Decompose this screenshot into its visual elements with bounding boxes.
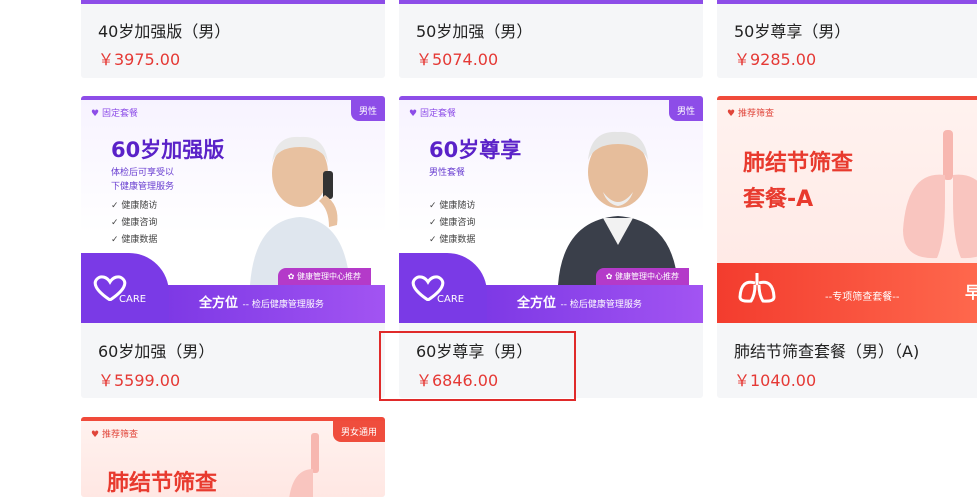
recommend-badge: ✿ 健康管理中心推荐 <box>595 268 689 285</box>
benefit-item: ✓ 健康咨询 <box>429 218 476 228</box>
elderly-man-photo <box>558 131 678 285</box>
footer-slogan: 全方位 -- 检后健康管理服务 <box>199 296 324 311</box>
banner-edge <box>717 0 977 4</box>
product-banner-image[interactable]: ♥ 推荐筛查 男女通用 肺结节筛查 <box>81 417 385 497</box>
product-title[interactable]: 40岁加强版（男） <box>98 18 230 42</box>
package-tag: ♥ 固定套餐 <box>91 109 138 119</box>
benefit-item: ✓ 健康咨询 <box>111 218 158 228</box>
package-tag: ♥ 推荐筛查 <box>727 109 774 119</box>
product-title[interactable]: 60岁尊享（男） <box>416 338 532 362</box>
product-title[interactable]: 50岁尊享（男） <box>734 18 850 42</box>
product-card-40-enhanced[interactable]: 40岁加强版（男） ￥3975.00 <box>81 0 385 78</box>
banner-headline: 60岁尊享 <box>429 138 522 162</box>
product-price: ￥5599.00 <box>98 371 181 390</box>
banner-edge <box>399 0 703 4</box>
lungs-icon <box>738 273 776 303</box>
banner-subtitle: 男性套餐 <box>429 168 466 178</box>
product-banner-image[interactable]: ♥ 固定套餐 男性 60岁尊享 男性套餐 ✓ 健康随访 ✓ 健康咨询 ✓ 健康数… <box>399 96 703 323</box>
gender-tag: 男性 <box>350 100 385 121</box>
lungs-illustration <box>903 130 977 259</box>
benefit-item: ✓ 健康数据 <box>111 235 158 245</box>
product-price: ￥6846.00 <box>416 371 499 390</box>
product-banner-image[interactable]: ♥ 推荐筛查 肺结节筛查 套餐-A --专项筛查套餐-- 早发 <box>717 96 977 323</box>
package-tag: ♥ 固定套餐 <box>409 109 456 119</box>
care-logo: CARE <box>399 253 487 323</box>
banner-subtitle: 体检后可享受以 下健康管理服务 <box>111 168 175 192</box>
footer-slogan: 全方位 -- 检后健康管理服务 <box>517 296 642 311</box>
lungs-illustration <box>289 433 319 497</box>
benefit-item: ✓ 健康随访 <box>429 201 476 211</box>
care-logo: CARE <box>81 253 169 323</box>
care-logo-text: CARE <box>437 294 465 305</box>
banner-headline: 60岁加强版 <box>111 138 225 162</box>
gender-tag: 男性 <box>668 100 703 121</box>
product-card-60-premium[interactable]: ♥ 固定套餐 男性 60岁尊享 男性套餐 ✓ 健康随访 ✓ 健康咨询 ✓ 健康数… <box>399 96 703 398</box>
product-price: ￥5074.00 <box>416 50 499 69</box>
banner-headline: 肺结节筛查 套餐-A <box>743 151 854 212</box>
product-banner-image[interactable]: ♥ 固定套餐 男性 60岁加强版 体检后可享受以 下健康管理服务 ✓ 健康随访 … <box>81 96 385 323</box>
product-card-60-enhanced[interactable]: ♥ 固定套餐 男性 60岁加强版 体检后可享受以 下健康管理服务 ✓ 健康随访 … <box>81 96 385 398</box>
footer-highlight: 早发 <box>965 279 977 303</box>
recommend-badge: ✿ 健康管理中心推荐 <box>277 268 371 285</box>
product-price: ￥1040.00 <box>734 371 817 390</box>
product-title[interactable]: 肺结节筛查套餐（男）（A) <box>734 338 919 362</box>
product-title[interactable]: 60岁加强（男） <box>98 338 214 362</box>
benefit-item: ✓ 健康数据 <box>429 235 476 245</box>
banner-headline: 肺结节筛查 <box>107 471 218 496</box>
benefit-item: ✓ 健康随访 <box>111 201 158 211</box>
product-card-lung-nodule-unisex[interactable]: ♥ 推荐筛查 男女通用 肺结节筛查 <box>81 417 385 497</box>
product-card-lung-nodule-a[interactable]: ♥ 推荐筛查 肺结节筛查 套餐-A --专项筛查套餐-- 早发 肺结节筛查套餐（… <box>717 96 977 398</box>
banner-edge <box>81 0 385 4</box>
care-logo-text: CARE <box>119 294 147 305</box>
elderly-man-photo <box>250 136 350 285</box>
product-price: ￥3975.00 <box>98 50 181 69</box>
product-price: ￥9285.00 <box>734 50 817 69</box>
product-card-50-premium[interactable]: 50岁尊享（男） ￥9285.00 <box>717 0 977 78</box>
footer-slogan: --专项筛查套餐-- <box>825 292 900 303</box>
package-tag: ♥ 推荐筛查 <box>91 430 138 440</box>
product-card-50-enhanced[interactable]: 50岁加强（男） ￥5074.00 <box>399 0 703 78</box>
product-title[interactable]: 50岁加强（男） <box>416 18 532 42</box>
